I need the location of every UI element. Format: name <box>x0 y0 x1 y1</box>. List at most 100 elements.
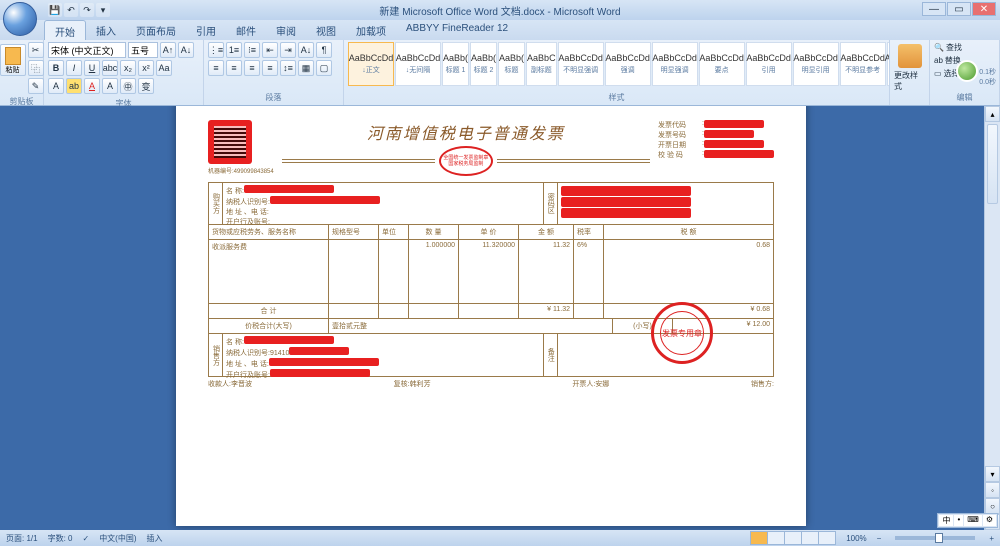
change-styles-icon[interactable] <box>898 44 922 68</box>
minimize-button[interactable]: — <box>922 2 946 16</box>
bold-button[interactable]: B <box>48 60 64 76</box>
style-item-6[interactable]: AaBbCcDd不明显强调 <box>558 42 604 86</box>
ime-lang[interactable]: 中 <box>939 515 953 526</box>
print-layout-view[interactable] <box>750 531 768 545</box>
scroll-down-icon[interactable]: ▾ <box>985 466 1000 482</box>
char-shading-icon[interactable]: A <box>102 78 118 94</box>
ime-settings[interactable]: ⚙ <box>983 515 996 526</box>
style-item-0[interactable]: AaBbCcDd↓正文 <box>348 42 394 86</box>
maximize-button[interactable]: ▭ <box>947 2 971 16</box>
tab-mailings[interactable]: 邮件 <box>226 20 266 40</box>
outline-view[interactable] <box>801 531 819 545</box>
close-button[interactable]: ✕ <box>972 2 996 16</box>
zoom-slider[interactable] <box>895 536 975 540</box>
tab-review[interactable]: 审阅 <box>266 20 306 40</box>
style-item-2[interactable]: AaBb(标题 1 <box>442 42 469 86</box>
tab-references[interactable]: 引用 <box>186 20 226 40</box>
view-buttons <box>751 531 836 545</box>
increase-indent-icon[interactable]: ⇥ <box>280 42 296 58</box>
shrink-font-icon[interactable]: A↓ <box>178 42 194 58</box>
find-button[interactable]: 🔍查找 <box>934 42 995 53</box>
italic-button[interactable]: I <box>66 60 82 76</box>
strike-button[interactable]: abc <box>102 60 118 76</box>
align-center-icon[interactable]: ≡ <box>226 60 242 76</box>
zoom-in-icon[interactable]: + <box>989 534 994 543</box>
highlight-icon[interactable]: ab <box>66 78 82 94</box>
tab-addins[interactable]: 加载项 <box>346 20 396 40</box>
shading-icon[interactable]: ▦ <box>298 60 314 76</box>
font-color-icon[interactable]: A <box>84 78 100 94</box>
web-view[interactable] <box>784 531 802 545</box>
superscript-button[interactable]: x² <box>138 60 154 76</box>
font-family-select[interactable] <box>48 42 126 58</box>
style-item-4[interactable]: AaBb(标题 <box>498 42 525 86</box>
ribbon: 粘贴 ✂ ⿻ ✎ 剪贴板 A↑ A↓ B I U abc x₂ x² Aa A <box>0 40 1000 106</box>
tab-layout[interactable]: 页面布局 <box>126 20 186 40</box>
decrease-indent-icon[interactable]: ⇤ <box>262 42 278 58</box>
draft-view[interactable] <box>818 531 836 545</box>
justify-icon[interactable]: ≡ <box>262 60 278 76</box>
sort-icon[interactable]: A↓ <box>298 42 314 58</box>
borders-icon[interactable]: ▢ <box>316 60 332 76</box>
enclose-char-icon[interactable]: ㊥ <box>120 78 136 94</box>
style-item-7[interactable]: AaBbCcDd强调 <box>605 42 651 86</box>
fullscreen-view[interactable] <box>767 531 785 545</box>
numbering-icon[interactable]: 1≡ <box>226 42 242 58</box>
qat-more-icon[interactable]: ▾ <box>96 3 110 17</box>
undo-icon[interactable]: ↶ <box>64 3 78 17</box>
style-item-1[interactable]: AaBbCcDd↓无间隔 <box>395 42 441 86</box>
scroll-thumb[interactable] <box>987 124 998 204</box>
find-icon: 🔍 <box>934 43 944 52</box>
page: 机器编号:499099843854 河南增值税电子普通发票 全国统一发票监制章 … <box>176 106 806 526</box>
addon-orb-icon[interactable] <box>956 60 978 82</box>
paste-button[interactable]: 粘贴 <box>0 44 26 76</box>
grow-font-icon[interactable]: A↑ <box>160 42 176 58</box>
align-right-icon[interactable]: ≡ <box>244 60 260 76</box>
browse-object-icon[interactable]: ○ <box>985 498 1000 514</box>
prev-page-icon[interactable]: ◦ <box>985 482 1000 498</box>
redo-icon[interactable]: ↷ <box>80 3 94 17</box>
underline-button[interactable]: U <box>84 60 100 76</box>
multilevel-icon[interactable]: ⁝≡ <box>244 42 260 58</box>
line-spacing-icon[interactable]: ↕≡ <box>280 60 296 76</box>
style-item-9[interactable]: AaBbCcDd要点 <box>699 42 745 86</box>
office-button[interactable] <box>3 2 37 36</box>
styles-gallery[interactable]: AaBbCcDd↓正文AaBbCcDd↓无间隔AaBb(标题 1AaBb(标题 … <box>348 42 885 86</box>
bullets-icon[interactable]: ⋮≡ <box>208 42 224 58</box>
tab-abbyy[interactable]: ABBYY FineReader 12 <box>396 20 518 40</box>
cut-icon[interactable]: ✂ <box>28 42 44 58</box>
font-size-select[interactable] <box>128 42 158 58</box>
ime-punct[interactable]: • <box>954 515 963 526</box>
style-item-11[interactable]: AaBbCcDd明显引用 <box>793 42 839 86</box>
save-icon[interactable]: 💾 <box>48 3 62 17</box>
style-item-3[interactable]: AaBb(标题 2 <box>470 42 497 86</box>
style-item-5[interactable]: AaBbC副标题 <box>526 42 557 86</box>
text-effect-icon[interactable]: A <box>48 78 64 94</box>
align-left-icon[interactable]: ≡ <box>208 60 224 76</box>
phonetic-icon[interactable]: 变 <box>138 78 154 94</box>
clear-format-icon[interactable]: Aa <box>156 60 172 76</box>
window-title: 新建 Microsoft Office Word 文档.docx - Micro… <box>379 3 620 18</box>
tab-view[interactable]: 视图 <box>306 20 346 40</box>
subscript-button[interactable]: x₂ <box>120 60 136 76</box>
vertical-scrollbar[interactable]: ▴ ▾ ◦ ○ ◦ <box>984 106 1000 530</box>
show-marks-icon[interactable]: ¶ <box>316 42 332 58</box>
status-language[interactable]: 中文(中国) <box>99 533 136 544</box>
document-area[interactable]: 机器编号:499099843854 河南增值税电子普通发票 全国统一发票监制章 … <box>0 106 984 530</box>
style-item-12[interactable]: AaBbCcDd不明显参考 <box>840 42 886 86</box>
quick-access-toolbar: 💾 ↶ ↷ ▾ <box>48 3 110 17</box>
tab-insert[interactable]: 插入 <box>86 20 126 40</box>
style-item-8[interactable]: AaBbCcDd明显强调 <box>652 42 698 86</box>
status-words[interactable]: 字数: 0 <box>48 533 73 544</box>
zoom-level[interactable]: 100% <box>846 534 866 543</box>
status-insert[interactable]: 插入 <box>147 533 163 544</box>
format-painter-icon[interactable]: ✎ <box>28 78 44 94</box>
tab-home[interactable]: 开始 <box>44 20 86 40</box>
status-page[interactable]: 页面: 1/1 <box>6 533 38 544</box>
scroll-up-icon[interactable]: ▴ <box>985 106 1000 122</box>
ime-toolbar[interactable]: 中 • ⌨ ⚙ <box>937 513 998 528</box>
copy-icon[interactable]: ⿻ <box>28 60 44 76</box>
ime-shape[interactable]: ⌨ <box>964 515 982 526</box>
style-item-10[interactable]: AaBbCcDd引用 <box>746 42 792 86</box>
zoom-out-icon[interactable]: − <box>877 534 882 543</box>
